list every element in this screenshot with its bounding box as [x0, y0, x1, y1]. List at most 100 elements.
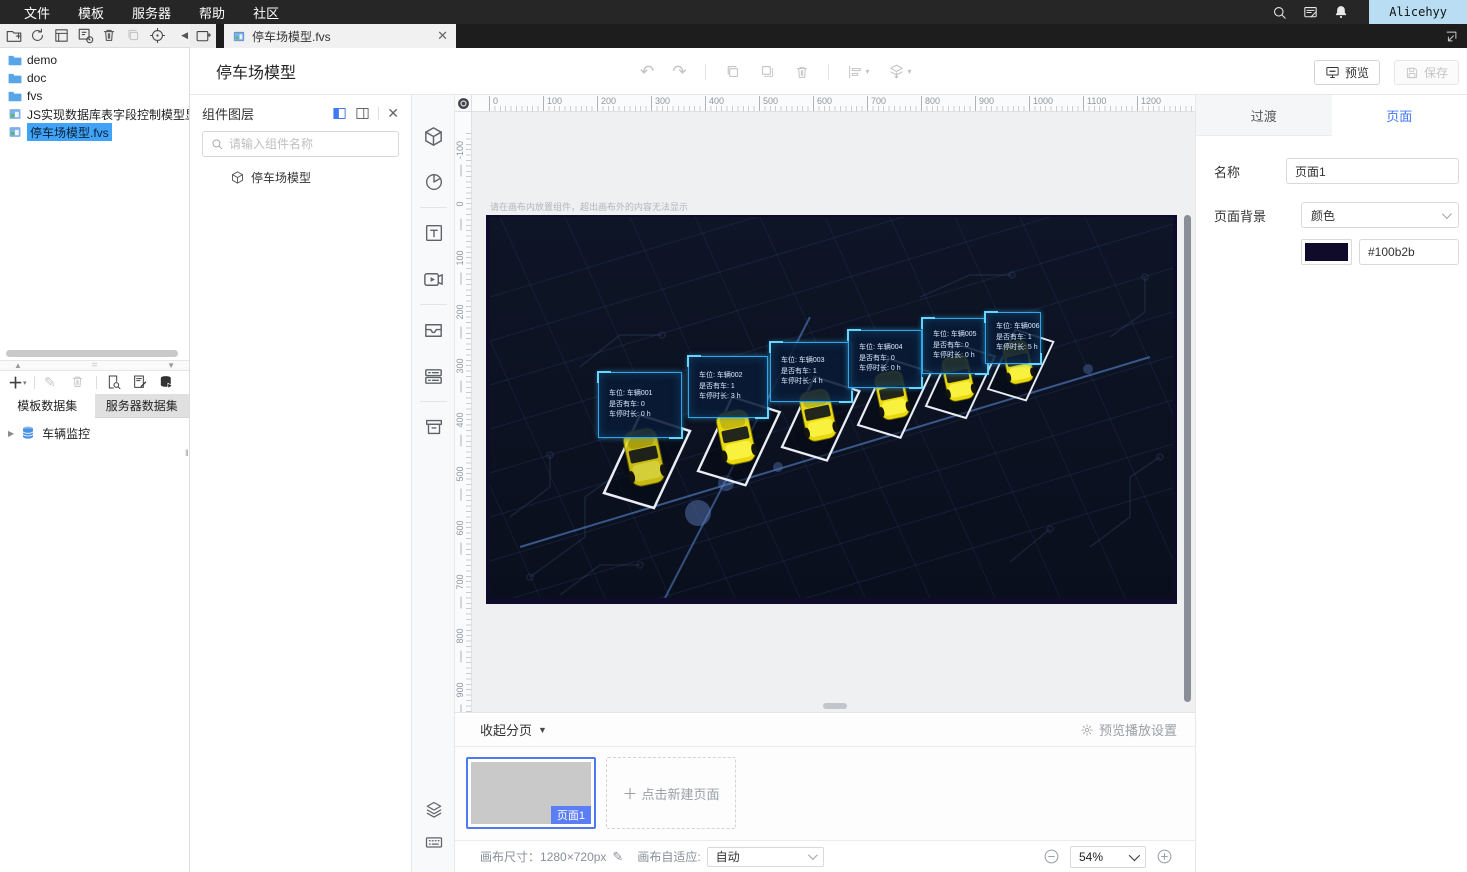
compbar-bottom-icons — [412, 800, 455, 852]
layer-item-parking-model[interactable]: 停车场模型 — [230, 169, 411, 186]
page-thumbnail-selected[interactable]: 页面1 — [466, 757, 596, 829]
preview-button[interactable]: 预览 — [1313, 60, 1380, 85]
canvas-viewport[interactable]: 0 100 200 300 400 500 600 700 800 900 1000 1100 1200… — [455, 95, 1195, 712]
zoom-in-icon[interactable] — [1156, 848, 1173, 865]
widget-component-icon[interactable] — [412, 353, 455, 399]
tab-list-icon[interactable] — [1444, 29, 1459, 44]
edit-dataset-icon: ✎ — [44, 374, 56, 390]
text-component-icon[interactable] — [412, 210, 455, 256]
dock-left-icon[interactable] — [332, 106, 347, 121]
new-template-icon[interactable] — [5, 27, 23, 45]
delete-icon[interactable] — [101, 27, 119, 45]
template-settings-icon[interactable] — [77, 27, 95, 45]
archive-component-icon[interactable] — [412, 404, 455, 450]
spot-info-panel-5: 车位: 车辆005 是否有车: 0 车停时长: 0 h — [921, 317, 989, 375]
tab-title: 停车场模型.fvs — [252, 29, 331, 44]
chevron-down-icon — [807, 850, 818, 861]
new-page-button[interactable]: ＋ 点击新建页面 — [606, 757, 736, 829]
media-component-icon[interactable] — [412, 256, 455, 302]
expand-arrow-icon[interactable]: ▶ — [8, 429, 14, 438]
file-parking-model-selected[interactable]: 停车场模型.fvs — [0, 123, 189, 141]
dock-right-icon[interactable] — [355, 106, 370, 121]
preview-dataset-icon[interactable] — [106, 374, 123, 391]
tab-server-dataset[interactable]: 服务器数据集 — [94, 394, 189, 418]
chevron-down-icon — [1128, 849, 1141, 861]
menu-community[interactable]: 社区 — [253, 3, 279, 22]
close-panel-icon[interactable]: ✕ — [387, 105, 399, 122]
delete-component-icon — [794, 64, 810, 80]
batch-edit-dataset-icon[interactable] — [132, 374, 149, 391]
component-search-box[interactable] — [202, 131, 399, 157]
parking-3d-scene[interactable] — [490, 217, 1173, 598]
sidebar-splitter[interactable]: ▲ = ▼ — [0, 360, 189, 371]
ruler-origin-icon[interactable] — [455, 95, 472, 112]
tab-page[interactable]: 页面 — [1331, 95, 1467, 136]
plus-icon: ＋ — [622, 785, 638, 803]
folder-demo[interactable]: demo — [0, 51, 189, 69]
background-type-select[interactable]: 颜色 — [1301, 202, 1459, 228]
splitter-up-icon[interactable]: ▲ — [14, 361, 22, 370]
page-name-input[interactable] — [1286, 158, 1459, 184]
locate-icon[interactable] — [149, 27, 167, 45]
undo-icon[interactable]: ↶ — [640, 62, 654, 82]
panel-resize-handle[interactable]: ‖ — [185, 448, 189, 458]
dataset-toolbar: ＋ ▾ ✎ — [0, 371, 189, 394]
canvas-fit-select[interactable]: 自动 — [706, 846, 824, 867]
component-search-input[interactable] — [229, 137, 379, 151]
tab-transition[interactable]: 过渡 — [1196, 95, 1332, 136]
menu-server[interactable]: 服务器 — [132, 3, 171, 22]
preview-play-settings-button[interactable]: 预览播放设置 — [1080, 720, 1177, 739]
file-js-model[interactable]: JS实现数据库表字段控制模型显 — [0, 105, 189, 123]
canvas-hscrollbar[interactable] — [823, 703, 847, 709]
page-background-label: 页面背景 — [1214, 208, 1267, 224]
dataset-vehicle-monitor[interactable]: ▶ 车辆监控 — [0, 422, 189, 444]
tab-parking-model[interactable]: 停车场模型.fvs ✕ — [224, 24, 456, 48]
model-3d-component-icon[interactable] — [412, 113, 455, 159]
zoom-out-icon[interactable] — [1043, 848, 1060, 865]
edit-canvas-size-icon[interactable]: ✎ — [612, 849, 623, 865]
splitter-down-icon[interactable]: ▼ — [167, 361, 175, 370]
dataset-tree: ▶ 车辆监控 — [0, 422, 189, 444]
menu-file[interactable]: 文件 — [24, 3, 50, 22]
layers-icon[interactable] — [424, 800, 444, 820]
new-tab-icon[interactable] — [190, 24, 216, 48]
background-color-swatch[interactable] — [1301, 239, 1352, 265]
inspector-panel: 过渡 页面 名称 页面背景 颜色 — [1195, 95, 1467, 872]
canvas-vscrollbar[interactable] — [1184, 215, 1191, 702]
zoom-level-value: 54% — [1079, 849, 1104, 864]
sidebar-hscrollbar[interactable] — [6, 350, 178, 357]
bell-icon[interactable] — [1333, 4, 1349, 20]
chart-component-icon[interactable] — [412, 159, 455, 205]
shortcut-keys-icon[interactable] — [424, 832, 444, 852]
canvas-fit-label: 画布自适应: — [637, 850, 701, 864]
add-dataset-icon[interactable]: ＋ ▾ — [8, 374, 27, 392]
zoom-level-select[interactable]: 54% — [1070, 845, 1146, 868]
spot-info-panel-6: 车位: 车辆006 是否有车: 1 车停时长: 5 h — [984, 311, 1042, 365]
tab-close-icon[interactable]: ✕ — [437, 28, 448, 44]
folder-doc[interactable]: doc — [0, 69, 189, 87]
material-component-icon[interactable] — [412, 307, 455, 353]
file-toolbar: ◀ — [0, 24, 190, 48]
pagination-panel: 收起分页 ▼ 预览播放设置 页面1 ＋ 点击新建页面 — [455, 712, 1195, 840]
message-edit-icon[interactable] — [1302, 4, 1319, 21]
splitter-grip-icon[interactable]: = — [92, 360, 98, 371]
user-name[interactable]: Alicehyy — [1369, 0, 1467, 24]
menu-template[interactable]: 模板 — [78, 3, 104, 22]
background-color-hex-input[interactable] — [1359, 239, 1459, 265]
template-manage-icon[interactable] — [53, 27, 71, 45]
server-dataset-icon[interactable] — [158, 374, 175, 391]
page-canvas[interactable]: 车位: 车辆001 是否有车: 0 车停时长: 0 h 车位: 车辆002 是否… — [486, 215, 1177, 604]
redo-icon[interactable]: ↷ — [672, 62, 686, 82]
save-button: 保存 — [1393, 60, 1459, 85]
folder-fvs[interactable]: fvs — [0, 87, 189, 105]
chevron-down-icon — [1441, 208, 1452, 219]
component-layers-panel: 组件图层 ✕ 停车场模型 — [190, 95, 412, 872]
refresh-icon[interactable] — [29, 27, 47, 45]
collapse-pages-button[interactable]: 收起分页 ▼ — [480, 720, 547, 739]
menu-help[interactable]: 帮助 — [199, 3, 225, 22]
collapse-caret-icon: ▼ — [538, 724, 547, 735]
tab-template-dataset[interactable]: 模板数据集 — [0, 394, 95, 418]
collapse-sidebar-icon[interactable]: ◀ — [181, 30, 188, 41]
search-icon[interactable] — [1271, 4, 1288, 21]
copy-template-icon — [125, 27, 143, 45]
